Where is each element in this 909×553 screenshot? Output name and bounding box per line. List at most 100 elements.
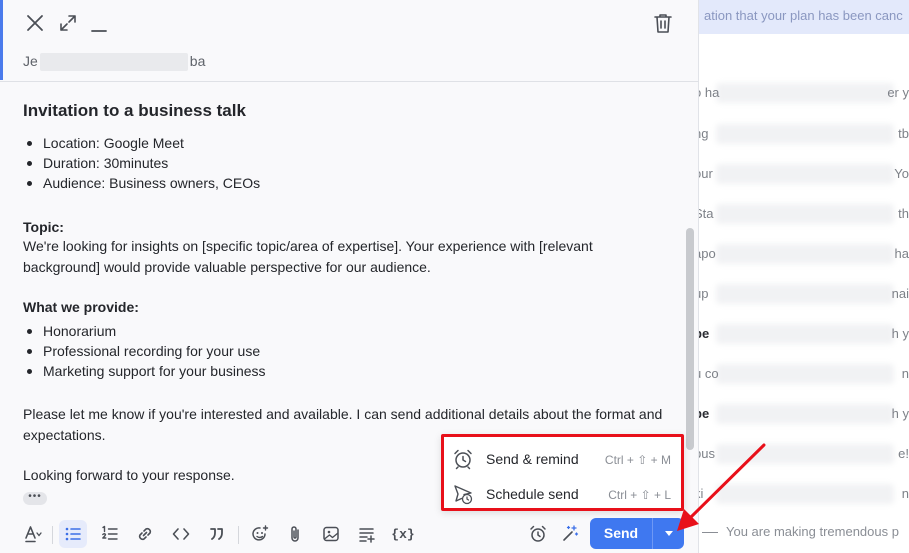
recipient-field[interactable]: Je ba bbox=[23, 53, 206, 72]
emoji-button[interactable] bbox=[246, 520, 274, 548]
row-text-end: h y bbox=[891, 326, 909, 341]
row-text-end: n bbox=[901, 486, 909, 501]
row-text-start: pe bbox=[698, 326, 710, 341]
toolbar-divider bbox=[238, 526, 239, 544]
toolbar-divider bbox=[52, 526, 53, 544]
row-preview-text: You are making tremendous p bbox=[726, 524, 899, 539]
expand-icon[interactable] bbox=[58, 13, 78, 33]
row-text-start: apo bbox=[698, 246, 716, 261]
alarm-clock-icon bbox=[452, 448, 474, 470]
mail-list-row[interactable]: apo ha bbox=[698, 244, 909, 264]
row-text-end: h y bbox=[891, 406, 909, 421]
close-icon[interactable] bbox=[25, 13, 45, 33]
mail-list-row[interactable]: Sta th bbox=[698, 204, 909, 224]
row-text-start: Sta bbox=[698, 206, 714, 221]
templates-button[interactable] bbox=[353, 520, 381, 548]
row-text-end: n bbox=[901, 366, 909, 381]
paperclip-icon bbox=[291, 526, 299, 542]
plan-cancel-banner: ation that your plan has been canc bbox=[698, 0, 909, 34]
mail-list-row-preview[interactable]: You are making tremendous p bbox=[698, 524, 899, 539]
list-item: Professional recording for your use bbox=[23, 341, 663, 361]
insert-image-button[interactable] bbox=[317, 520, 345, 548]
background-mail-list: ation that your plan has been canc o ha e… bbox=[698, 0, 909, 553]
trash-icon[interactable] bbox=[653, 12, 673, 34]
banner-text: ation that your plan has been canc bbox=[704, 8, 903, 23]
bulleted-list-icon bbox=[65, 527, 81, 541]
mail-list-row[interactable]: pus e! bbox=[698, 444, 909, 464]
attach-file-button[interactable] bbox=[281, 520, 309, 548]
mail-list-row[interactable]: u co n bbox=[698, 364, 909, 384]
text-format-button[interactable] bbox=[19, 520, 47, 548]
row-text-end: ha bbox=[894, 246, 909, 261]
variable-icon: {x} bbox=[391, 526, 415, 542]
menu-item-label: Schedule send bbox=[486, 486, 579, 502]
recipient-prefix: Je bbox=[23, 53, 38, 69]
details-list: Location: Google Meet Duration: 30minute… bbox=[23, 133, 663, 193]
mail-list-row[interactable]: pe h y bbox=[698, 324, 909, 344]
row-text-end: er y bbox=[887, 85, 909, 100]
code-button[interactable] bbox=[167, 520, 195, 548]
list-item: Marketing support for your business bbox=[23, 361, 663, 381]
recipient-suffix: ba bbox=[189, 53, 206, 69]
templates-icon bbox=[359, 528, 375, 543]
mail-list-row[interactable]: pe h y bbox=[698, 404, 909, 424]
quote-icon bbox=[210, 528, 223, 540]
insert-variable-button[interactable]: {x} bbox=[389, 520, 417, 548]
provide-heading: What we provide: bbox=[23, 299, 139, 315]
menu-item-shortcut: Ctrl + ⇧ + L bbox=[608, 488, 671, 502]
mail-list-row[interactable]: o ha er y bbox=[698, 83, 909, 103]
mail-list-row[interactable]: up nai bbox=[698, 284, 909, 304]
code-icon bbox=[172, 528, 190, 540]
send-options-menu: Send & remind Ctrl + ⇧ + M Schedule send… bbox=[441, 434, 684, 511]
numbered-list-icon bbox=[102, 525, 118, 540]
send-button-group: Send bbox=[590, 518, 684, 549]
recipient-redaction bbox=[39, 53, 188, 72]
menu-item-send-and-remind[interactable]: Send & remind Ctrl + ⇧ + M bbox=[444, 442, 681, 476]
message-subject[interactable]: Invitation to a business talk bbox=[23, 101, 246, 121]
schedule-send-icon bbox=[452, 483, 474, 505]
menu-item-label: Send & remind bbox=[486, 451, 579, 467]
show-trimmed-content-button[interactable]: ••• bbox=[23, 492, 47, 505]
list-item: Location: Google Meet bbox=[23, 133, 663, 153]
text-format-icon bbox=[25, 526, 42, 543]
compose-header: Je ba bbox=[0, 0, 699, 82]
menu-item-schedule-send[interactable]: Schedule send Ctrl + ⇧ + L bbox=[444, 477, 681, 511]
link-icon bbox=[138, 527, 152, 541]
scrollbar-thumb[interactable] bbox=[686, 228, 694, 450]
row-text-end: tb bbox=[898, 126, 909, 141]
row-text-start: our bbox=[698, 166, 713, 181]
minimize-icon[interactable] bbox=[90, 14, 108, 34]
numbered-list-button[interactable] bbox=[96, 520, 124, 548]
row-text-start: up bbox=[698, 286, 709, 301]
alarm-clock-icon bbox=[530, 525, 546, 542]
row-text-start: pe bbox=[698, 406, 710, 421]
list-item: Audience: Business owners, CEOs bbox=[23, 173, 663, 193]
provide-list: Honorarium Professional recording for yo… bbox=[23, 321, 663, 381]
row-text-start: ng bbox=[698, 126, 709, 141]
row-text-end: nai bbox=[891, 286, 909, 301]
list-item: Duration: 30minutes bbox=[23, 153, 663, 173]
mail-list-row[interactable]: kin bbox=[698, 484, 909, 504]
insert-link-button[interactable] bbox=[131, 520, 159, 548]
image-icon bbox=[323, 526, 339, 542]
magic-wand-icon bbox=[563, 525, 579, 541]
send-button[interactable]: Send bbox=[590, 518, 652, 549]
row-text-start: u co bbox=[698, 366, 719, 381]
list-item: Honorarium bbox=[23, 321, 663, 341]
quote-button[interactable] bbox=[203, 520, 231, 548]
mail-list-row[interactable]: our Yo bbox=[698, 164, 909, 184]
mail-list-row[interactable]: ng tb bbox=[698, 124, 909, 144]
topic-heading: Topic: bbox=[23, 219, 64, 235]
row-text-start: pus bbox=[698, 446, 715, 461]
emoji-add-icon bbox=[252, 525, 269, 541]
row-text-end: Yo bbox=[894, 166, 909, 181]
row-text-start: o ha bbox=[698, 85, 720, 100]
row-text-end: th bbox=[898, 206, 909, 221]
send-and-remind-toolbar-button[interactable] bbox=[524, 520, 552, 548]
ai-assistant-button[interactable] bbox=[556, 520, 584, 548]
send-options-dropdown-button[interactable] bbox=[653, 518, 684, 549]
row-text-end: e! bbox=[898, 446, 909, 461]
bulleted-list-button[interactable] bbox=[59, 520, 87, 548]
compose-panel: Je ba Invitation to a business talk Locat… bbox=[0, 0, 699, 553]
menu-item-shortcut: Ctrl + ⇧ + M bbox=[604, 453, 671, 467]
